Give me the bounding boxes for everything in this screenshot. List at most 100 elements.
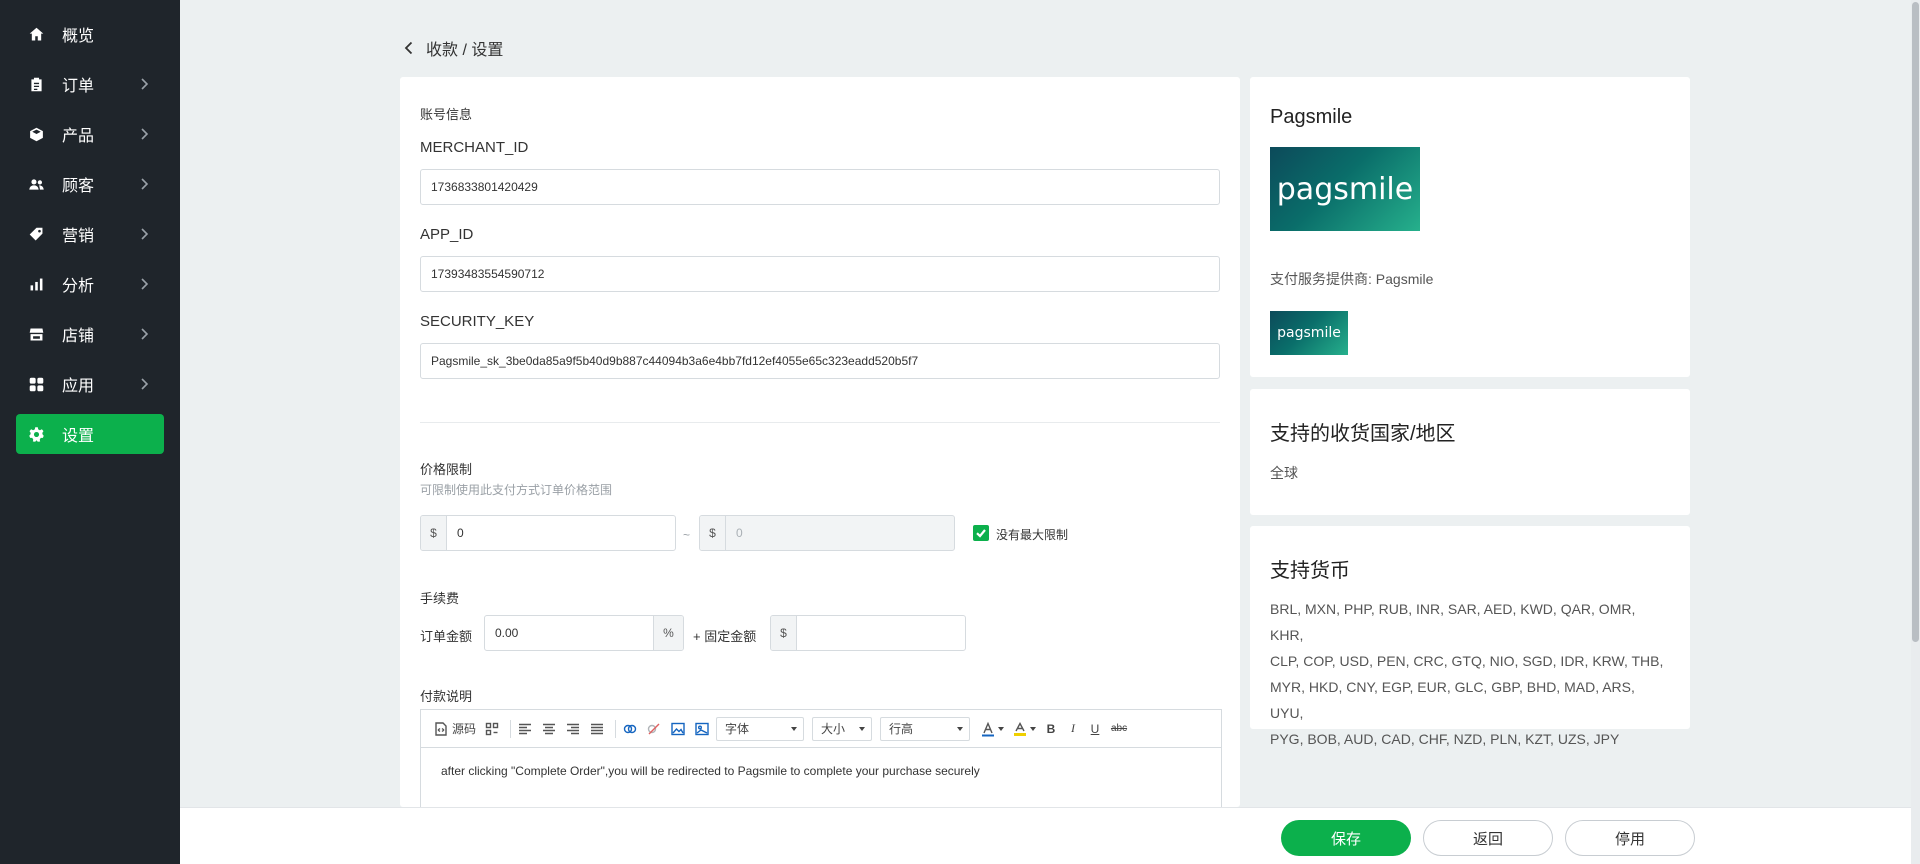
fixed-amount-label: + 固定金额 (693, 629, 757, 644)
sidebar-item-customers[interactable]: 顾客 (16, 164, 164, 204)
line-height-select[interactable]: 行高 (880, 716, 971, 741)
template-button[interactable] (482, 718, 502, 740)
security-key-input[interactable]: Pagsmile_sk_3be0da85a9f5b40d9b887c44094b… (420, 343, 1220, 379)
tag-icon (26, 224, 46, 244)
currency-prefix: $ (771, 616, 797, 650)
sidebar-item-apps[interactable]: 应用 (16, 364, 164, 404)
no-max-checkbox[interactable] (973, 525, 989, 541)
currency-list: BRL, MXN, PHP, RUB, INR, SAR, AED, KWD, … (1270, 596, 1670, 752)
rich-text-editor: 源码 字体 大小 行高 B I U abc after clicking "Co… (420, 709, 1222, 807)
sidebar-item-label: 产品 (62, 128, 95, 145)
back-button[interactable]: 返回 (1423, 820, 1553, 856)
app-id-input[interactable]: 17393483554590712 (420, 256, 1220, 292)
picture-icon (695, 722, 709, 735)
sidebar-item-marketing[interactable]: 营销 (16, 214, 164, 254)
source-button[interactable]: 源码 (431, 718, 478, 740)
underline-button[interactable]: U (1086, 718, 1104, 740)
save-button[interactable]: 保存 (1281, 820, 1411, 856)
sidebar-item-settings[interactable]: 设置 (16, 414, 164, 454)
apps-icon (26, 374, 46, 394)
breadcrumb-text[interactable]: 收款 / 设置 (426, 36, 503, 60)
align-right-button[interactable] (563, 718, 583, 740)
sidebar-item-label: 应用 (62, 378, 95, 395)
price-limit-title: 价格限制 (420, 462, 473, 477)
chevron-right-icon (136, 76, 152, 92)
sidebar-item-label: 营销 (62, 228, 95, 245)
currency-title: 支持货币 (1270, 560, 1350, 582)
fee-percent-value[interactable]: 0.00 (485, 616, 653, 650)
app-id-label: APP_ID (420, 226, 474, 243)
caret-down-icon (957, 726, 964, 731)
currency-line: BRL, MXN, PHP, RUB, INR, SAR, AED, KWD, … (1270, 601, 1636, 643)
size-select[interactable]: 大小 (812, 716, 873, 741)
box-icon (26, 124, 46, 144)
currency-line: PYG, BOB, AUD, CAD, CHF, NZD, PLN, KZT, … (1270, 731, 1620, 747)
strikethrough-button[interactable]: abc (1108, 718, 1130, 740)
chevron-right-icon (136, 326, 152, 342)
editor-content[interactable]: after clicking "Complete Order",you will… (421, 748, 1221, 794)
currency-line: CLP, COP, USD, PEN, CRC, GTQ, NIO, SGD, … (1270, 653, 1664, 669)
payment-desc-title: 付款说明 (420, 689, 473, 704)
pagsmile-logo-small: pagsmile (1270, 311, 1348, 355)
font-select-label: 字体 (725, 722, 750, 736)
logo-text: pagsmile (1277, 325, 1341, 341)
link-button[interactable] (620, 718, 640, 740)
disable-button[interactable]: 停用 (1565, 820, 1695, 856)
align-right-icon (567, 723, 580, 734)
caret-down-icon (1030, 726, 1037, 731)
fee-percent-input[interactable]: 0.00 % (484, 615, 684, 651)
font-color-icon (982, 721, 995, 736)
check-icon (976, 529, 986, 538)
regions-value: 全球 (1270, 465, 1298, 481)
provider-description: 支付服务提供商: Pagsmile (1270, 271, 1434, 287)
font-select[interactable]: 字体 (716, 716, 805, 741)
scrollbar[interactable] (1911, 0, 1920, 864)
sidebar-item-overview[interactable]: 概览 (16, 14, 164, 54)
no-max-label[interactable]: 没有最大限制 (996, 526, 1068, 543)
currency-card: 支持货币 BRL, MXN, PHP, RUB, INR, SAR, AED, … (1250, 526, 1690, 747)
font-color-button[interactable] (978, 718, 1006, 740)
highlight-icon (1014, 721, 1027, 736)
image-button[interactable] (668, 718, 688, 740)
sidebar-item-label: 订单 (62, 78, 95, 95)
store-icon (26, 324, 46, 344)
bold-button[interactable]: B (1042, 718, 1060, 740)
settings-form-card: 账号信息 MERCHANT_ID 1736833801420429 APP_ID… (400, 77, 1240, 807)
fixed-fee-value[interactable] (797, 616, 965, 650)
chevron-right-icon (136, 126, 152, 142)
sidebar-item-store[interactable]: 店铺 (16, 314, 164, 354)
highlight-button[interactable] (1010, 718, 1038, 740)
align-left-button[interactable] (515, 718, 535, 740)
chevron-right-icon (136, 376, 152, 392)
sidebar-item-analytics[interactable]: 分析 (16, 264, 164, 304)
justify-button[interactable] (587, 718, 607, 740)
chevron-right-icon (136, 226, 152, 242)
sidebar-item-orders[interactable]: 订单 (16, 64, 164, 104)
min-price-value[interactable]: 0 (447, 516, 675, 550)
security-key-label: SECURITY_KEY (420, 313, 535, 330)
italic-button[interactable]: I (1064, 718, 1082, 740)
sidebar-item-label: 顾客 (62, 178, 95, 195)
image-icon (671, 722, 685, 735)
justify-icon (591, 723, 604, 734)
home-icon (26, 24, 46, 44)
bar-chart-icon (26, 274, 46, 294)
sidebar-item-products[interactable]: 产品 (16, 114, 164, 154)
clipboard-icon (26, 74, 46, 94)
scrollbar-thumb[interactable] (1912, 2, 1919, 642)
range-separator: ~ (683, 528, 691, 542)
pagsmile-logo-large: pagsmile (1270, 147, 1420, 231)
account-section-title: 账号信息 (420, 107, 473, 122)
fixed-fee-input[interactable]: $ (770, 615, 966, 651)
back-arrow-icon[interactable] (400, 39, 418, 57)
insert-image-button[interactable] (692, 718, 712, 740)
chevron-right-icon (136, 276, 152, 292)
link-icon (623, 724, 637, 733)
align-center-button[interactable] (539, 718, 559, 740)
min-price-input[interactable]: $ 0 (420, 515, 676, 551)
unlink-button[interactable] (644, 718, 664, 740)
caret-down-icon (859, 726, 866, 731)
provider-card: Pagsmile pagsmile 支付服务提供商: Pagsmile pags… (1250, 77, 1690, 377)
currency-line: MYR, HKD, CNY, EGP, EUR, GLC, GBP, BHD, … (1270, 679, 1635, 721)
merchant-id-input[interactable]: 1736833801420429 (420, 169, 1220, 205)
